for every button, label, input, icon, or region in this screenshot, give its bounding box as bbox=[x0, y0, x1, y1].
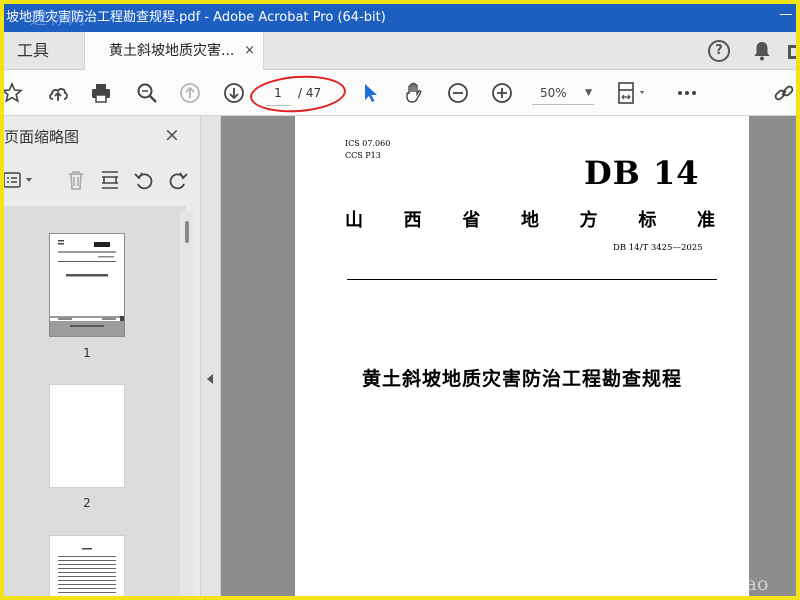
more-options-icon[interactable] bbox=[675, 81, 699, 105]
chevron-left-icon bbox=[207, 374, 213, 384]
standard-mark: DB 14 bbox=[584, 154, 700, 192]
collapse-panel-handle[interactable] bbox=[201, 116, 221, 596]
delete-icon[interactable] bbox=[64, 168, 88, 192]
header-rule bbox=[347, 279, 717, 280]
thumbnail-options-icon[interactable] bbox=[4, 168, 40, 192]
tab-document-label: 黄土斜坡地质灾害... bbox=[109, 43, 235, 59]
extract-pages-icon[interactable] bbox=[98, 168, 122, 192]
thumbnails-list: 1 2 bbox=[4, 206, 186, 596]
thumbnail-label-1: 1 bbox=[83, 346, 91, 360]
star-icon[interactable] bbox=[4, 81, 24, 105]
document-title: 黄土斜坡地质灾害防治工程勘查规程 bbox=[361, 368, 682, 390]
main-toolbar: 1 / 47 50% ▼ bbox=[4, 70, 796, 116]
previous-page-icon[interactable] bbox=[178, 81, 202, 105]
print-icon[interactable] bbox=[89, 81, 113, 105]
zoom-in-icon[interactable] bbox=[490, 81, 514, 105]
ccs-code: CCS P13 bbox=[345, 151, 381, 160]
thumbnail-page-3-preview bbox=[58, 548, 116, 593]
thumbnail-label-2: 2 bbox=[83, 496, 91, 510]
scrollbar-thumb[interactable] bbox=[185, 221, 189, 243]
zoom-out-icon[interactable] bbox=[446, 81, 470, 105]
tab-document[interactable]: 黄土斜坡地质灾害... × bbox=[84, 32, 264, 71]
watermark-top: 速标网 bbox=[30, 9, 87, 29]
thumbnails-panel: 页面缩略图 × 1 2 bbox=[4, 116, 201, 596]
rotate-right-icon[interactable] bbox=[166, 168, 190, 192]
panel-title: 页面缩略图 bbox=[4, 128, 80, 146]
cloud-upload-icon[interactable] bbox=[46, 81, 70, 105]
link-icon[interactable] bbox=[772, 81, 796, 105]
select-arrow-icon[interactable] bbox=[358, 81, 382, 105]
zoom-level-select[interactable]: 50% ▼ bbox=[532, 81, 594, 105]
tab-row: 工具 黄土斜坡地质灾害... × ? bbox=[4, 32, 796, 71]
zoom-value: 50% bbox=[540, 86, 567, 100]
thumbnails-scrollbar[interactable] bbox=[180, 211, 194, 596]
next-page-icon[interactable] bbox=[222, 81, 246, 105]
help-icon[interactable]: ? bbox=[708, 40, 730, 62]
thumbnail-page-1[interactable] bbox=[50, 234, 124, 336]
minimize-button[interactable] bbox=[780, 14, 792, 15]
account-icon[interactable] bbox=[788, 44, 796, 59]
rotate-left-icon[interactable] bbox=[132, 168, 156, 192]
standard-code: DB 14/T 3425—2025 bbox=[613, 243, 703, 253]
document-viewport[interactable]: ICS 07.060 CCS P13 DB 14 山 西 省 地 方 标 准 D… bbox=[221, 116, 796, 596]
watermark-bottom: www.cndao bbox=[658, 573, 769, 595]
thumbnail-page-1-preview bbox=[50, 240, 124, 336]
hand-tool-icon[interactable] bbox=[402, 81, 426, 105]
panel-toolbar bbox=[4, 166, 201, 196]
tab-tools[interactable]: 工具 bbox=[4, 32, 84, 70]
close-panel-icon[interactable]: × bbox=[164, 124, 180, 146]
zoom-search-icon[interactable] bbox=[135, 81, 159, 105]
province-standard-label: 山 西 省 地 方 标 准 bbox=[345, 210, 715, 231]
bell-icon[interactable] bbox=[750, 39, 774, 63]
page-fit-icon[interactable] bbox=[616, 81, 650, 105]
thumbnail-page-3[interactable] bbox=[50, 536, 124, 596]
ics-code: ICS 07.060 bbox=[345, 139, 391, 148]
chevron-down-icon: ▼ bbox=[585, 88, 592, 98]
pdf-page: ICS 07.060 CCS P13 DB 14 山 西 省 地 方 标 准 D… bbox=[295, 116, 749, 596]
close-tab-icon[interactable]: × bbox=[244, 32, 255, 70]
title-bar: 坡地质灾害防治工程勘查规程.pdf - Adobe Acrobat Pro (6… bbox=[4, 4, 796, 32]
screenshot-frame: 坡地质灾害防治工程勘查规程.pdf - Adobe Acrobat Pro (6… bbox=[0, 0, 800, 600]
thumbnail-page-2[interactable] bbox=[50, 385, 124, 487]
